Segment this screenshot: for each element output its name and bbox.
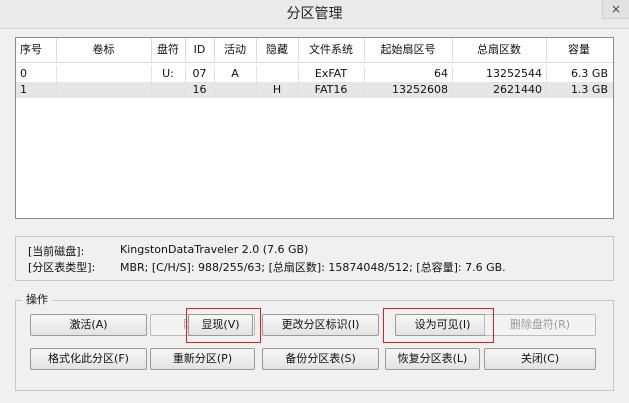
activate-button[interactable]: 激活(A) [30,314,147,336]
current-disk-value: KingstonDataTraveler 2.0 (7.6 GB) [120,243,309,256]
column-separator [452,66,453,82]
cell-col-start-sector: 64 [434,67,448,80]
header-col-drive[interactable]: 盘符 [151,38,185,62]
column-separator [298,66,299,82]
column-separator [56,66,57,82]
column-separator [214,66,215,82]
column-separator [364,38,365,62]
table-row[interactable]: 1 16 H FAT16 13252608 2621440 1.3 GB [16,82,613,98]
column-separator [185,82,186,98]
column-separator [56,38,57,62]
column-separator [256,66,257,82]
column-separator [364,66,365,82]
header-col-active[interactable]: 活动 [214,38,256,62]
title-bar: 分区管理 × [0,0,629,29]
cell-col-filesystem: FAT16 [314,83,348,96]
column-separator [298,82,299,98]
cell-col-drive [151,82,185,98]
table-row[interactable]: 0 U: 07 A ExFAT 64 13252544 6.3 GB [16,66,613,82]
header-col-hidden[interactable]: 隐藏 [256,38,298,62]
cell-col-index: 0 [20,67,27,80]
header-col-start-sector[interactable]: 起始扇区号 [364,38,452,62]
column-separator [256,38,257,62]
column-separator [151,38,152,62]
repartition-button[interactable]: 重新分区(P) [150,348,255,370]
column-separator [185,66,186,82]
remove-drive-letter-button[interactable]: 删除盘符(R) [484,314,596,336]
operations-label: 操作 [22,291,52,307]
window-title: 分区管理 [286,6,343,22]
partition-type-value: MBR; [C/H/S]: 988/255/63; [总扇区数]: 158740… [120,261,506,274]
cell-col-active [214,82,256,98]
column-separator [151,66,152,82]
header-col-total-sectors[interactable]: 总扇区数 [452,38,546,62]
cell-col-drive: U: [162,67,174,80]
highlight-box-set-visible [383,308,494,343]
close-icon[interactable]: × [602,0,629,19]
column-separator [452,82,453,98]
cell-col-label [56,66,151,82]
format-partition-button[interactable]: 格式化此分区(F) [30,348,147,370]
partition-table[interactable]: 序号 卷标 盘符 ID 活动 隐藏 文件系统 起始扇区号 总扇区数 容量 0 U: 07 A ExFAT 6… [15,37,614,219]
cell-col-hidden: H [272,83,282,96]
restore-partition-table-button[interactable]: 恢复分区表(L) [385,348,480,370]
disk-info-panel: [当前磁盘]: KingstonDataTraveler 2.0 (7.6 GB… [15,236,614,281]
cell-col-id: 16 [192,83,207,96]
header-col-label[interactable]: 卷标 [56,38,151,62]
change-partition-id-button[interactable]: 更改分区标识(I) [262,314,379,336]
header-col-index[interactable]: 序号 [16,38,56,62]
column-separator [56,82,57,98]
column-separator [214,38,215,62]
partition-type-label: [分区表类型]: [28,261,96,274]
cell-col-active: A [231,67,239,80]
column-separator [256,82,257,98]
cell-col-capacity: 1.3 GB [570,83,608,96]
column-separator [214,82,215,98]
cell-col-total-sectors: 2621440 [493,83,542,96]
column-separator [546,38,547,62]
current-disk-label: [当前磁盘]: [28,245,85,258]
table-header: 序号 卷标 盘符 ID 活动 隐藏 文件系统 起始扇区号 总扇区数 容量 [16,38,613,63]
column-separator [364,82,365,98]
column-separator [151,82,152,98]
column-separator [452,38,453,62]
backup-partition-table-button[interactable]: 备份分区表(S) [262,348,379,370]
close-button[interactable]: 关闭(C) [484,348,596,370]
cell-col-start-sector: 13252608 [392,83,448,96]
column-separator [185,38,186,62]
column-separator [546,66,547,82]
cell-col-filesystem: ExFAT [314,67,348,80]
column-separator [298,38,299,62]
column-separator [546,82,547,98]
cell-col-label [56,82,151,98]
highlight-box-show [186,308,261,343]
cell-col-hidden [256,66,298,82]
header-col-filesystem[interactable]: 文件系统 [298,38,364,62]
cell-col-id: 07 [192,67,207,80]
cell-col-total-sectors: 13252544 [486,67,542,80]
cell-col-index: 1 [20,83,27,96]
header-col-capacity[interactable]: 容量 [546,38,612,62]
cell-col-capacity: 6.3 GB [570,67,608,80]
header-col-id[interactable]: ID [185,38,214,62]
